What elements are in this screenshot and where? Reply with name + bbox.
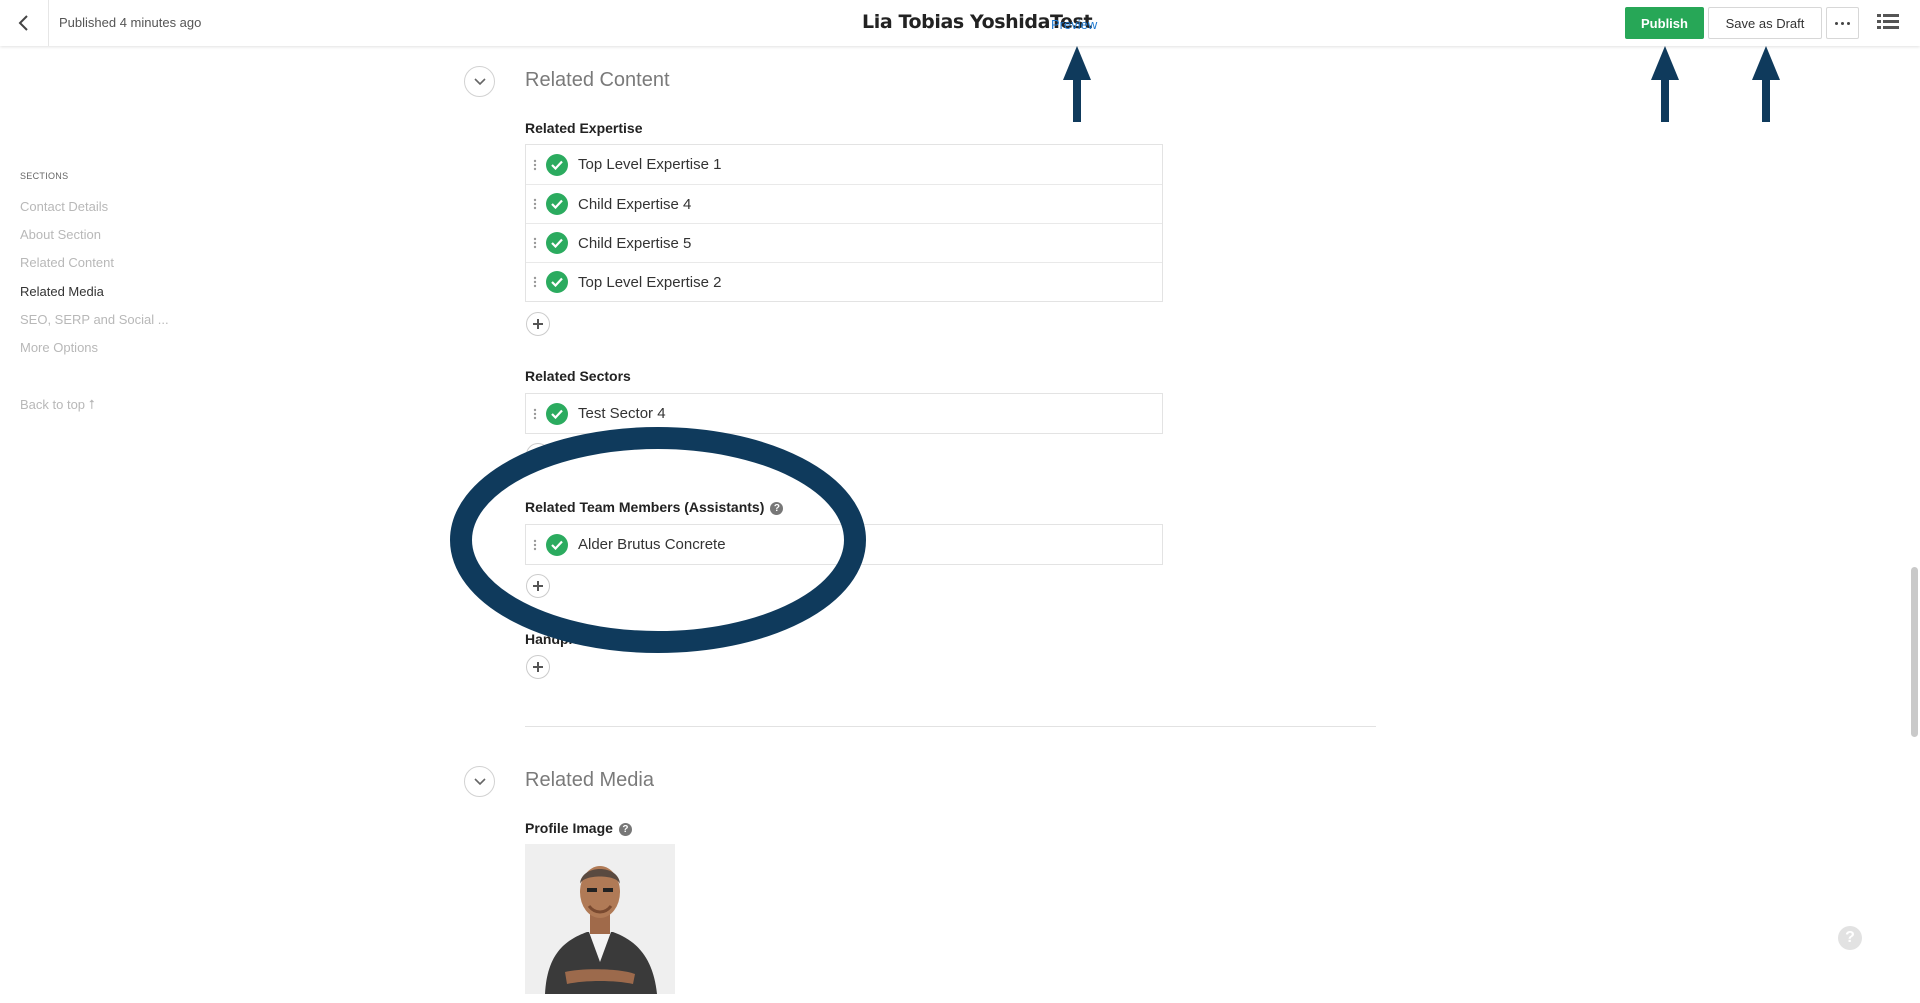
arrow-up-icon (1063, 46, 1091, 122)
plus-icon (533, 581, 543, 591)
ellipsis-icon (1835, 21, 1838, 25)
drag-handle-icon[interactable] (526, 525, 544, 564)
collapse-related-media-button[interactable] (464, 766, 495, 797)
chevron-down-icon (473, 77, 486, 85)
drag-handle-icon[interactable] (526, 224, 544, 263)
list-view-icon[interactable] (1877, 12, 1899, 32)
list-item: Child Expertise 4 (526, 184, 1162, 223)
list-item: Top Level Expertise 2 (526, 262, 1162, 301)
profile-image-label: Profile Image? (525, 820, 632, 836)
add-team-member-button[interactable] (526, 574, 550, 598)
sections-heading: SECTIONS (20, 171, 69, 181)
drag-handle-icon[interactable] (526, 263, 544, 302)
reference-name[interactable]: Top Level Expertise 1 (578, 156, 721, 173)
help-icon[interactable]: ? (1838, 926, 1862, 950)
chevron-down-icon (473, 777, 486, 785)
top-toolbar: Published 4 minutes ago Lia Tobias Yoshi… (0, 0, 1920, 46)
related-expertise-label: Related Expertise (525, 120, 643, 136)
reference-name[interactable]: Alder Brutus Concrete (578, 536, 726, 553)
nav-seo-serp-social[interactable]: SEO, SERP and Social ... (20, 312, 169, 327)
back-to-top-link[interactable]: Back to top ⭡ (20, 397, 95, 413)
reference-name[interactable]: Top Level Expertise 2 (578, 274, 721, 291)
ellipsis-dot (1847, 21, 1850, 25)
check-circle-icon (546, 153, 568, 176)
scrollbar-thumb[interactable] (1911, 567, 1918, 737)
nav-related-media[interactable]: Related Media (20, 284, 104, 299)
handpicked-cases-label: Handpicked Related Cases (525, 631, 704, 647)
list-item: Test Sector 4 (526, 394, 1162, 433)
save-as-draft-button[interactable]: Save as Draft (1708, 7, 1822, 39)
reference-name[interactable]: Test Sector 4 (578, 405, 666, 422)
ellipsis-dot (1841, 21, 1844, 25)
related-sectors-list: Test Sector 4 (525, 393, 1163, 434)
related-sectors-label: Related Sectors (525, 368, 631, 384)
nav-related-content[interactable]: Related Content (20, 255, 114, 270)
list-item: Child Expertise 5 (526, 223, 1162, 262)
drag-handle-icon[interactable] (526, 185, 544, 224)
reference-name[interactable]: Child Expertise 5 (578, 235, 691, 252)
check-circle-icon (546, 271, 568, 293)
related-expertise-list: Top Level Expertise 1 Child Expertise 4 … (525, 144, 1163, 302)
related-team-members-list: Alder Brutus Concrete (525, 524, 1163, 565)
drag-handle-icon[interactable] (526, 145, 544, 184)
more-options-button[interactable] (1826, 7, 1859, 39)
check-circle-icon (546, 232, 568, 254)
publish-status: Published 4 minutes ago (59, 15, 202, 30)
add-expertise-button[interactable] (526, 312, 550, 336)
help-icon[interactable]: ? (618, 823, 632, 836)
check-circle-icon (546, 193, 568, 215)
plus-icon (533, 450, 543, 460)
collapse-related-content-button[interactable] (464, 66, 495, 97)
nav-more-options[interactable]: More Options (20, 340, 98, 355)
back-button[interactable] (0, 0, 49, 46)
arrow-up-icon (1651, 46, 1679, 122)
reference-name[interactable]: Child Expertise 4 (578, 196, 691, 213)
section-divider (525, 726, 1376, 727)
profile-image-thumbnail[interactable] (525, 844, 675, 994)
section-title-related-content: Related Content (525, 69, 670, 91)
check-circle-icon (546, 402, 568, 425)
nav-contact-details[interactable]: Contact Details (20, 199, 108, 214)
person-photo (525, 844, 675, 994)
publish-button[interactable]: Publish (1625, 7, 1704, 39)
related-team-members-label: Related Team Members (Assistants)? (525, 499, 784, 515)
related-team-members-text: Related Team Members (Assistants) (525, 499, 765, 515)
drag-handle-icon[interactable] (526, 394, 544, 433)
plus-icon (533, 319, 543, 329)
profile-image-text: Profile Image (525, 820, 613, 836)
check-circle-icon (546, 533, 568, 556)
plus-icon (533, 662, 543, 672)
nav-about-section[interactable]: About Section (20, 227, 101, 242)
list-item: Top Level Expertise 1 (526, 145, 1162, 184)
arrow-up-icon (1752, 46, 1780, 122)
help-icon[interactable]: ? (770, 502, 784, 515)
list-item: Alder Brutus Concrete (526, 525, 1162, 564)
section-title-related-media: Related Media (525, 769, 654, 791)
add-sector-button[interactable] (526, 443, 550, 467)
chevron-left-icon (18, 15, 28, 31)
add-handpicked-case-button[interactable] (526, 655, 550, 679)
preview-link[interactable]: Preview (1051, 17, 1097, 32)
